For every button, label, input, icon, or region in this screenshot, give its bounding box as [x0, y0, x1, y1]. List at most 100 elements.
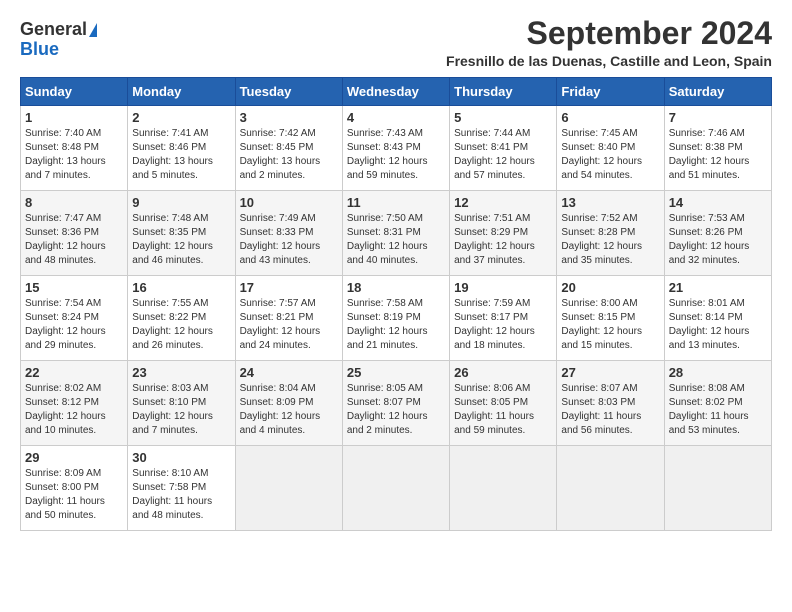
header-sunday: Sunday [21, 78, 128, 106]
cell-content: Sunrise: 7:49 AM Sunset: 8:33 PM Dayligh… [240, 213, 321, 266]
calendar-header: SundayMondayTuesdayWednesdayThursdayFrid… [21, 78, 772, 106]
logo-general-text: General [20, 20, 87, 40]
cell-content: Sunrise: 7:54 AM Sunset: 8:24 PM Dayligh… [25, 298, 106, 351]
calendar-cell: 8 Sunrise: 7:47 AM Sunset: 8:36 PM Daylig… [21, 191, 128, 276]
calendar-cell: 15 Sunrise: 7:54 AM Sunset: 8:24 PM Dayli… [21, 276, 128, 361]
cell-content: Sunrise: 7:40 AM Sunset: 8:48 PM Dayligh… [25, 128, 106, 181]
calendar-cell: 10 Sunrise: 7:49 AM Sunset: 8:33 PM Dayli… [235, 191, 342, 276]
day-number: 4 [347, 110, 445, 125]
calendar-cell: 24Sunrise: 8:04 AM Sunset: 8:09 PM Dayli… [235, 361, 342, 446]
day-number: 12 [454, 195, 552, 210]
cell-content: Sunrise: 7:58 AM Sunset: 8:19 PM Dayligh… [347, 298, 428, 351]
cell-content: Sunrise: 8:08 AM Sunset: 8:02 PM Dayligh… [669, 383, 749, 436]
day-number: 9 [132, 195, 230, 210]
calendar-cell [450, 446, 557, 531]
calendar-cell: 5 Sunrise: 7:44 AM Sunset: 8:41 PM Daylig… [450, 106, 557, 191]
day-number: 29 [25, 450, 123, 465]
calendar-cell: 27Sunrise: 8:07 AM Sunset: 8:03 PM Dayli… [557, 361, 664, 446]
header-wednesday: Wednesday [342, 78, 449, 106]
calendar-week-2: 8 Sunrise: 7:47 AM Sunset: 8:36 PM Daylig… [21, 191, 772, 276]
calendar-cell: 28 Sunrise: 8:08 AM Sunset: 8:02 PM Dayli… [664, 361, 771, 446]
day-number: 10 [240, 195, 338, 210]
month-title: September 2024 [446, 16, 772, 51]
page-header: General Blue September 2024 Fresnillo de… [20, 16, 772, 69]
day-number: 16 [132, 280, 230, 295]
day-number: 21 [669, 280, 767, 295]
calendar-cell [342, 446, 449, 531]
calendar-week-3: 15 Sunrise: 7:54 AM Sunset: 8:24 PM Dayli… [21, 276, 772, 361]
cell-content: Sunrise: 7:55 AM Sunset: 8:22 PM Dayligh… [132, 298, 213, 351]
title-block: September 2024 Fresnillo de las Duenas, … [446, 16, 772, 69]
logo: General Blue [20, 20, 97, 60]
day-number: 20 [561, 280, 659, 295]
cell-content: Sunrise: 8:00 AM Sunset: 8:15 PM Dayligh… [561, 298, 642, 351]
day-number: 3 [240, 110, 338, 125]
day-number: 30 [132, 450, 230, 465]
day-number: 6 [561, 110, 659, 125]
cell-content: Sunrise: 7:45 AM Sunset: 8:40 PM Dayligh… [561, 128, 642, 181]
calendar-cell: 1 Sunrise: 7:40 AM Sunset: 8:48 PM Daylig… [21, 106, 128, 191]
cell-content: Sunrise: 7:44 AM Sunset: 8:41 PM Dayligh… [454, 128, 535, 181]
header-friday: Friday [557, 78, 664, 106]
header-tuesday: Tuesday [235, 78, 342, 106]
day-number: 22 [25, 365, 123, 380]
cell-content: Sunrise: 7:51 AM Sunset: 8:29 PM Dayligh… [454, 213, 535, 266]
calendar-cell: 2 Sunrise: 7:41 AM Sunset: 8:46 PM Daylig… [128, 106, 235, 191]
cell-content: Sunrise: 8:09 AM Sunset: 8:00 PM Dayligh… [25, 468, 105, 521]
logo-blue-text: Blue [20, 40, 59, 60]
cell-content: Sunrise: 8:01 AM Sunset: 8:14 PM Dayligh… [669, 298, 750, 351]
calendar-cell [664, 446, 771, 531]
location-title: Fresnillo de las Duenas, Castille and Le… [446, 53, 772, 69]
calendar-body: 1 Sunrise: 7:40 AM Sunset: 8:48 PM Daylig… [21, 106, 772, 531]
calendar-cell: 21 Sunrise: 8:01 AM Sunset: 8:14 PM Dayli… [664, 276, 771, 361]
day-number: 11 [347, 195, 445, 210]
calendar-cell: 22 Sunrise: 8:02 AM Sunset: 8:12 PM Dayli… [21, 361, 128, 446]
calendar-cell: 4Sunrise: 7:43 AM Sunset: 8:43 PM Daylig… [342, 106, 449, 191]
day-number: 5 [454, 110, 552, 125]
day-number: 24 [240, 365, 338, 380]
header-monday: Monday [128, 78, 235, 106]
cell-content: Sunrise: 7:48 AM Sunset: 8:35 PM Dayligh… [132, 213, 213, 266]
calendar-week-1: 1 Sunrise: 7:40 AM Sunset: 8:48 PM Daylig… [21, 106, 772, 191]
cell-content: Sunrise: 7:42 AM Sunset: 8:45 PM Dayligh… [240, 128, 321, 181]
calendar-cell: 13 Sunrise: 7:52 AM Sunset: 8:28 PM Dayli… [557, 191, 664, 276]
calendar-cell: 18 Sunrise: 7:58 AM Sunset: 8:19 PM Dayli… [342, 276, 449, 361]
day-number: 28 [669, 365, 767, 380]
calendar-cell [557, 446, 664, 531]
cell-content: Sunrise: 7:50 AM Sunset: 8:31 PM Dayligh… [347, 213, 428, 266]
calendar-cell: 9 Sunrise: 7:48 AM Sunset: 8:35 PM Daylig… [128, 191, 235, 276]
cell-content: Sunrise: 7:47 AM Sunset: 8:36 PM Dayligh… [25, 213, 106, 266]
calendar-cell: 6 Sunrise: 7:45 AM Sunset: 8:40 PM Daylig… [557, 106, 664, 191]
cell-content: Sunrise: 8:03 AM Sunset: 8:10 PM Dayligh… [132, 383, 213, 436]
day-number: 2 [132, 110, 230, 125]
calendar-cell: 25Sunrise: 8:05 AM Sunset: 8:07 PM Dayli… [342, 361, 449, 446]
day-number: 13 [561, 195, 659, 210]
calendar-cell: 20 Sunrise: 8:00 AM Sunset: 8:15 PM Dayli… [557, 276, 664, 361]
day-number: 8 [25, 195, 123, 210]
calendar-cell: 12 Sunrise: 7:51 AM Sunset: 8:29 PM Dayli… [450, 191, 557, 276]
calendar-cell: 26 Sunrise: 8:06 AM Sunset: 8:05 PM Dayli… [450, 361, 557, 446]
day-number: 1 [25, 110, 123, 125]
day-number: 15 [25, 280, 123, 295]
cell-content: Sunrise: 7:41 AM Sunset: 8:46 PM Dayligh… [132, 128, 213, 181]
cell-content: Sunrise: 8:02 AM Sunset: 8:12 PM Dayligh… [25, 383, 106, 436]
cell-content: Sunrise: 8:06 AM Sunset: 8:05 PM Dayligh… [454, 383, 534, 436]
day-number: 23 [132, 365, 230, 380]
day-number: 26 [454, 365, 552, 380]
calendar-cell: 29 Sunrise: 8:09 AM Sunset: 8:00 PM Dayli… [21, 446, 128, 531]
calendar-cell: 16 Sunrise: 7:55 AM Sunset: 8:22 PM Dayli… [128, 276, 235, 361]
calendar-cell: 7Sunrise: 7:46 AM Sunset: 8:38 PM Daylig… [664, 106, 771, 191]
logo-triangle-icon [89, 23, 97, 37]
header-saturday: Saturday [664, 78, 771, 106]
cell-content: Sunrise: 7:46 AM Sunset: 8:38 PM Dayligh… [669, 128, 750, 181]
calendar-cell: 14Sunrise: 7:53 AM Sunset: 8:26 PM Dayli… [664, 191, 771, 276]
cell-content: Sunrise: 7:52 AM Sunset: 8:28 PM Dayligh… [561, 213, 642, 266]
day-number: 18 [347, 280, 445, 295]
calendar-cell: 11 Sunrise: 7:50 AM Sunset: 8:31 PM Dayli… [342, 191, 449, 276]
calendar-cell: 3 Sunrise: 7:42 AM Sunset: 8:45 PM Daylig… [235, 106, 342, 191]
day-number: 17 [240, 280, 338, 295]
day-number: 27 [561, 365, 659, 380]
calendar-table: SundayMondayTuesdayWednesdayThursdayFrid… [20, 77, 772, 531]
cell-content: Sunrise: 7:53 AM Sunset: 8:26 PM Dayligh… [669, 213, 750, 266]
calendar-week-5: 29 Sunrise: 8:09 AM Sunset: 8:00 PM Dayli… [21, 446, 772, 531]
